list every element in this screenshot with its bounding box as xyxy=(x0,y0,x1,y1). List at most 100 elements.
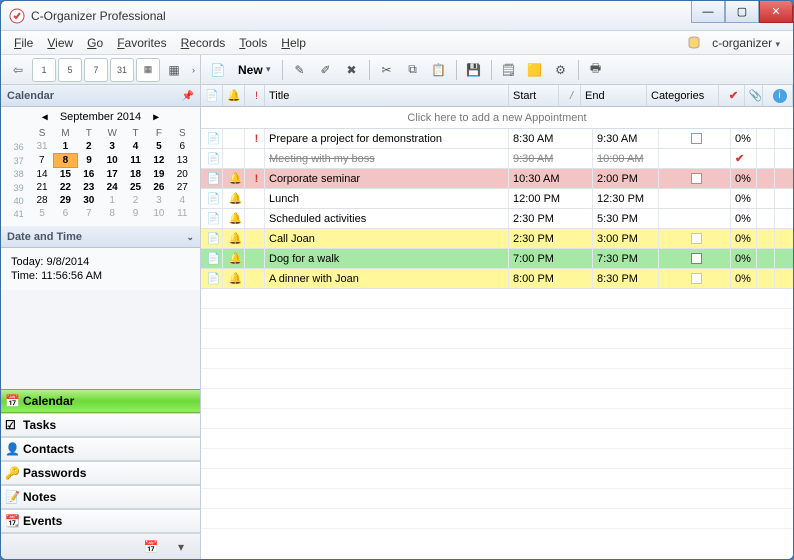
new-button[interactable]: New ▾ xyxy=(231,58,278,82)
appointment-row[interactable]: 📄🔔A dinner with Joan8:00 PM8:30 PM0% xyxy=(201,269,793,289)
cal-day[interactable]: 14 xyxy=(30,168,53,182)
cal-day[interactable]: 10 xyxy=(147,207,170,220)
cal-day[interactable]: 5 xyxy=(147,140,170,154)
month-label[interactable]: September 2014 xyxy=(60,111,141,123)
view-31[interactable]: 31 xyxy=(110,58,134,82)
cal-day[interactable]: 23 xyxy=(77,181,100,194)
cal-day[interactable]: 18 xyxy=(124,168,147,182)
col-priority[interactable]: ! xyxy=(245,85,265,106)
cal-day[interactable]: 8 xyxy=(101,207,124,220)
cal-day[interactable]: 19 xyxy=(147,168,170,182)
col-icon2[interactable]: 🔔 xyxy=(223,85,245,106)
cal-day[interactable]: 12 xyxy=(147,154,170,168)
cal-day[interactable]: 22 xyxy=(54,181,77,194)
col-categories[interactable]: Categories xyxy=(647,85,719,106)
menu-view[interactable]: View xyxy=(40,34,80,52)
view-more[interactable]: ▦ xyxy=(162,58,186,82)
database-selector[interactable]: c-organizer ▾ xyxy=(705,34,787,52)
cal-day[interactable]: 29 xyxy=(54,194,77,207)
rename-button[interactable]: ✐ xyxy=(314,58,338,82)
appointment-row[interactable]: 📄🔔Dog for a walk7:00 PM7:30 PM0% xyxy=(201,249,793,269)
menu-favorites[interactable]: Favorites xyxy=(110,34,173,52)
cut-button[interactable]: ✂ xyxy=(375,58,399,82)
copy-button[interactable]: ⧉ xyxy=(401,58,425,82)
view-day[interactable]: 1 xyxy=(32,58,56,82)
view-7day[interactable]: 7 xyxy=(84,58,108,82)
new-doc-button[interactable]: 📄 xyxy=(206,58,230,82)
save-button[interactable]: 💾 xyxy=(462,58,486,82)
col-title[interactable]: Title xyxy=(265,85,509,106)
collapse-icon[interactable]: ⌄ xyxy=(186,232,194,243)
highlight-button[interactable]: 🟨 xyxy=(523,58,547,82)
mini-calendar[interactable]: SMTWTFS363112345637789101112133814151617… xyxy=(1,127,200,226)
cal-day[interactable]: 9 xyxy=(77,154,100,168)
col-end[interactable]: End xyxy=(581,85,647,106)
menu-tools[interactable]: Tools xyxy=(232,34,274,52)
cal-day[interactable]: 3 xyxy=(101,140,124,154)
cal-day[interactable]: 3 xyxy=(147,194,170,207)
nav-events[interactable]: 📆Events xyxy=(1,509,200,533)
sidebar-toolbar-more[interactable]: › xyxy=(188,58,199,82)
col-attach[interactable]: 📎 xyxy=(745,85,763,106)
view-month[interactable]: ▦ xyxy=(136,58,160,82)
print-button[interactable]: 🖶 xyxy=(584,58,608,82)
edit-button[interactable]: ✎ xyxy=(288,58,312,82)
cal-day[interactable]: 13 xyxy=(171,154,194,168)
cal-day[interactable]: 6 xyxy=(171,140,194,154)
appointment-row[interactable]: 📄🔔Scheduled activities2:30 PM5:30 PM0% xyxy=(201,209,793,229)
filter-button[interactable]: ⚙ xyxy=(549,58,573,82)
cal-day[interactable]: 7 xyxy=(30,154,53,168)
close-button[interactable]: ✕ xyxy=(759,1,793,23)
col-start[interactable]: Start xyxy=(509,85,559,106)
nav-calendar[interactable]: 📅Calendar xyxy=(1,389,200,413)
prev-month-button[interactable]: ◀ xyxy=(42,112,48,123)
cal-day[interactable]: 25 xyxy=(124,181,147,194)
paste-button[interactable]: 📋 xyxy=(427,58,451,82)
appointment-row[interactable]: 📄Meeting with my boss9:30 AM10:00 AM✔ xyxy=(201,149,793,169)
nav-notes[interactable]: 📝Notes xyxy=(1,485,200,509)
appointment-row[interactable]: 📄🔔Call Joan2:30 PM3:00 PM0% xyxy=(201,229,793,249)
cal-day[interactable]: 4 xyxy=(171,194,194,207)
menu-file[interactable]: File xyxy=(7,34,40,52)
cal-day[interactable]: 11 xyxy=(171,207,194,220)
cal-day[interactable]: 27 xyxy=(171,181,194,194)
view-5day[interactable]: 5 xyxy=(58,58,82,82)
maximize-button[interactable]: ▢ xyxy=(725,1,759,23)
cal-day[interactable]: 10 xyxy=(101,154,124,168)
nav-passwords[interactable]: 🔑Passwords xyxy=(1,461,200,485)
cal-day[interactable]: 6 xyxy=(54,207,77,220)
appointment-row[interactable]: 📄!Prepare a project for demonstration8:3… xyxy=(201,129,793,149)
nav-back[interactable]: ⇦ xyxy=(6,58,30,82)
cal-day[interactable]: 2 xyxy=(77,140,100,154)
cal-day[interactable]: 26 xyxy=(147,181,170,194)
cal-day[interactable]: 16 xyxy=(77,168,100,182)
col-sortdir[interactable]: / xyxy=(559,85,581,106)
cal-day[interactable]: 24 xyxy=(101,181,124,194)
cal-day[interactable]: 17 xyxy=(101,168,124,182)
nav-tasks[interactable]: ☑Tasks xyxy=(1,413,200,437)
col-icon1[interactable]: 📄 xyxy=(201,85,223,106)
grid-body[interactable]: 📄!Prepare a project for demonstration8:3… xyxy=(201,129,793,559)
cal-day[interactable]: 31 xyxy=(30,140,53,154)
add-appointment-row[interactable]: Click here to add a new Appointment xyxy=(201,107,793,129)
col-info[interactable]: i xyxy=(763,85,793,106)
cal-day[interactable]: 20 xyxy=(171,168,194,182)
cal-day[interactable]: 1 xyxy=(54,140,77,154)
cal-day[interactable]: 1 xyxy=(101,194,124,207)
cal-day[interactable]: 4 xyxy=(124,140,147,154)
footer-config-icon[interactable]: ▾ xyxy=(169,535,193,559)
appointment-row[interactable]: 📄🔔Lunch12:00 PM12:30 PM0% xyxy=(201,189,793,209)
cal-day[interactable]: 9 xyxy=(124,207,147,220)
menu-records[interactable]: Records xyxy=(174,34,233,52)
pin-icon[interactable]: 📌 xyxy=(182,91,194,102)
delete-button[interactable]: ✖ xyxy=(340,58,364,82)
nav-contacts[interactable]: 👤Contacts xyxy=(1,437,200,461)
cal-day[interactable]: 28 xyxy=(30,194,53,207)
cal-day[interactable]: 5 xyxy=(30,207,53,220)
col-done[interactable]: ✔ xyxy=(719,85,745,106)
cal-day[interactable]: 11 xyxy=(124,154,147,168)
cal-day[interactable]: 15 xyxy=(54,168,77,182)
cal-day[interactable]: 30 xyxy=(77,194,100,207)
cal-day[interactable]: 8 xyxy=(54,154,77,168)
cal-day[interactable]: 2 xyxy=(124,194,147,207)
